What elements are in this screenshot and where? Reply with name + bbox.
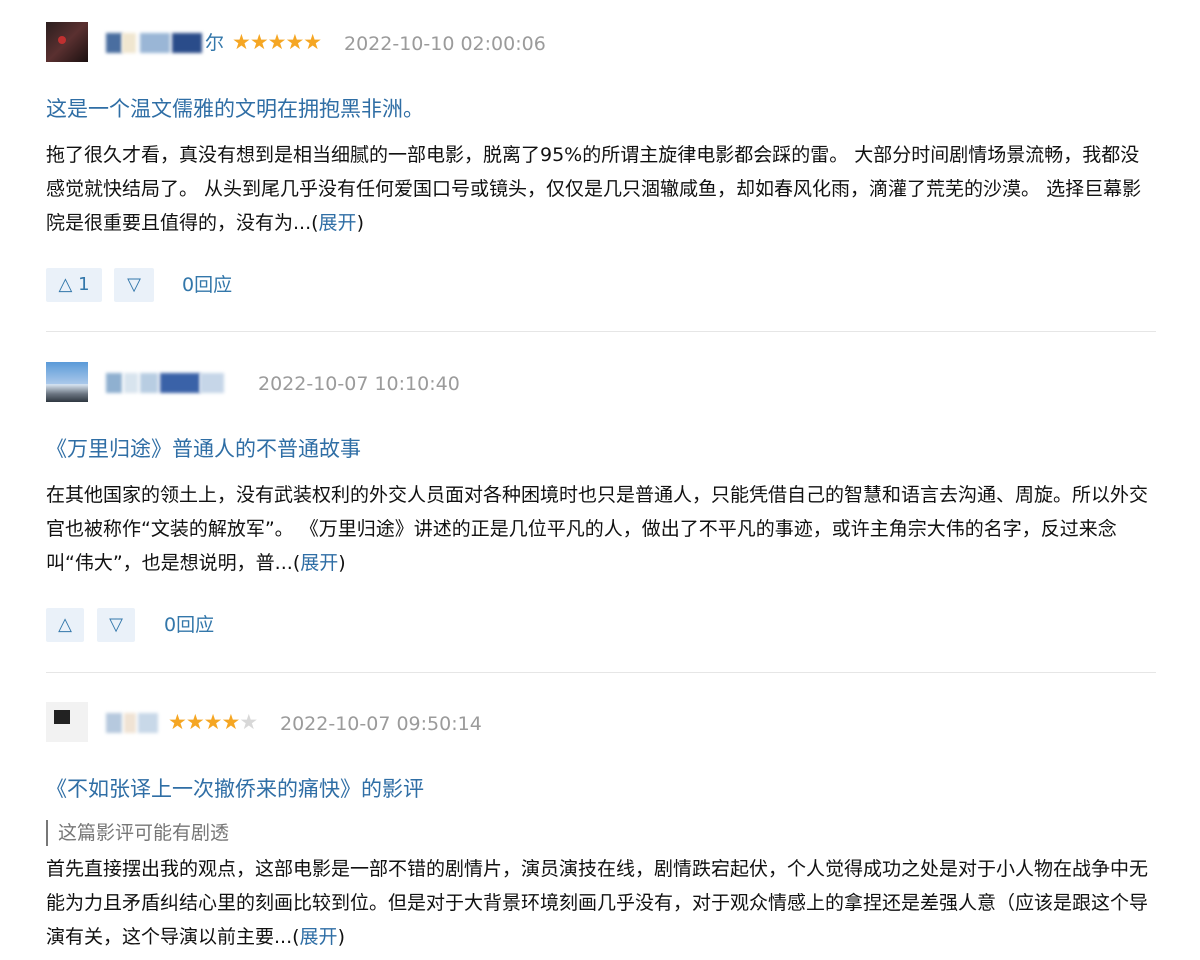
review-card: ★★★★★ 2022-10-07 09:50:14 《不如张译上一次撤侨来的痛快… — [46, 702, 1156, 954]
review-excerpt: 拖了很久才看，真没有想到是相当细腻的一部电影，脱离了95%的所谓主旋律电影都会踩… — [46, 138, 1156, 240]
reply-link[interactable]: 0回应 — [182, 268, 232, 302]
username[interactable] — [104, 710, 162, 736]
username[interactable]: 尔 — [104, 30, 224, 56]
rating-stars: ★★★★★ — [232, 29, 322, 55]
review-date: 2022-10-07 09:50:14 — [280, 713, 482, 735]
divider — [46, 331, 1156, 332]
expand-paren-close: ) — [356, 212, 364, 234]
rating-stars: ★★★★★ — [168, 709, 258, 735]
star-off-icon: ★ — [239, 710, 258, 734]
divider — [46, 672, 1156, 673]
upvote-button[interactable]: △ 1 — [46, 268, 102, 302]
review-card: 尔 ★★★★★ 2022-10-10 02:00:06 这是一个温文儒雅的文明在… — [46, 22, 1156, 304]
review-meta: 尔 ★★★★★ 2022-10-10 02:00:06 — [46, 22, 1156, 64]
star-on-icons: ★★★★★ — [232, 30, 322, 54]
review-title[interactable]: 《不如张译上一次撤侨来的痛快》的影评 — [46, 774, 1156, 804]
downvote-button[interactable]: ▽ — [114, 268, 154, 302]
down-arrow-icon: ▽ — [109, 614, 123, 635]
expand-link[interactable]: 展开 — [319, 212, 357, 234]
avatar[interactable] — [46, 362, 88, 402]
expand-link[interactable]: 展开 — [300, 552, 338, 574]
username[interactable] — [104, 370, 224, 396]
expand-paren-open: ( — [292, 926, 300, 948]
expand-link[interactable]: 展开 — [300, 926, 338, 948]
up-arrow-icon: △ — [58, 614, 72, 635]
review-excerpt: 在其他国家的领土上，没有武装权利的外交人员面对各种困境时也只是普通人，只能凭借自… — [46, 478, 1156, 580]
reply-link[interactable]: 0回应 — [164, 608, 214, 642]
review-date: 2022-10-07 10:10:40 — [258, 373, 460, 395]
review-excerpt-text: 在其他国家的领土上，没有武装权利的外交人员面对各种困境时也只是普通人，只能凭借自… — [46, 484, 1149, 574]
username-text: 尔 — [204, 32, 224, 54]
expand-paren-close: ) — [338, 552, 346, 574]
review-title[interactable]: 这是一个温文儒雅的文明在拥抱黑非洲。 — [46, 94, 1156, 124]
review-date: 2022-10-10 02:00:06 — [344, 33, 546, 55]
review-actions: △ 1 ▽ 0回应 — [46, 268, 1156, 304]
review-card: 2022-10-07 10:10:40 《万里归途》普通人的不普通故事 在其他国… — [46, 362, 1156, 644]
expand-paren-close: ) — [337, 926, 345, 948]
star-on-icons: ★★★★ — [168, 710, 240, 734]
review-meta: 2022-10-07 10:10:40 — [46, 362, 1156, 404]
upvote-button[interactable]: △ — [46, 608, 84, 642]
review-title[interactable]: 《万里归途》普通人的不普通故事 — [46, 434, 1156, 464]
avatar[interactable] — [46, 22, 88, 62]
review-meta: ★★★★★ 2022-10-07 09:50:14 — [46, 702, 1156, 744]
down-arrow-icon: ▽ — [127, 274, 141, 295]
review-excerpt-text: 首先直接摆出我的观点，这部电影是一部不错的剧情片，演员演技在线，剧情跌宕起伏，个… — [46, 858, 1149, 948]
upvote-count: 1 — [78, 274, 90, 295]
review-excerpt-text: 拖了很久才看，真没有想到是相当细腻的一部电影，脱离了95%的所谓主旋律电影都会踩… — [46, 144, 1142, 234]
review-actions: △ ▽ 0回应 — [46, 608, 1156, 644]
review-list: 尔 ★★★★★ 2022-10-10 02:00:06 这是一个温文儒雅的文明在… — [0, 0, 1200, 960]
avatar[interactable] — [46, 702, 88, 742]
up-arrow-icon: △ — [58, 274, 73, 295]
spoiler-warning: 这篇影评可能有剧透 — [46, 820, 1156, 846]
review-excerpt: 首先直接摆出我的观点，这部电影是一部不错的剧情片，演员演技在线，剧情跌宕起伏，个… — [46, 852, 1156, 954]
downvote-button[interactable]: ▽ — [97, 608, 135, 642]
expand-paren-open: ( — [311, 212, 319, 234]
